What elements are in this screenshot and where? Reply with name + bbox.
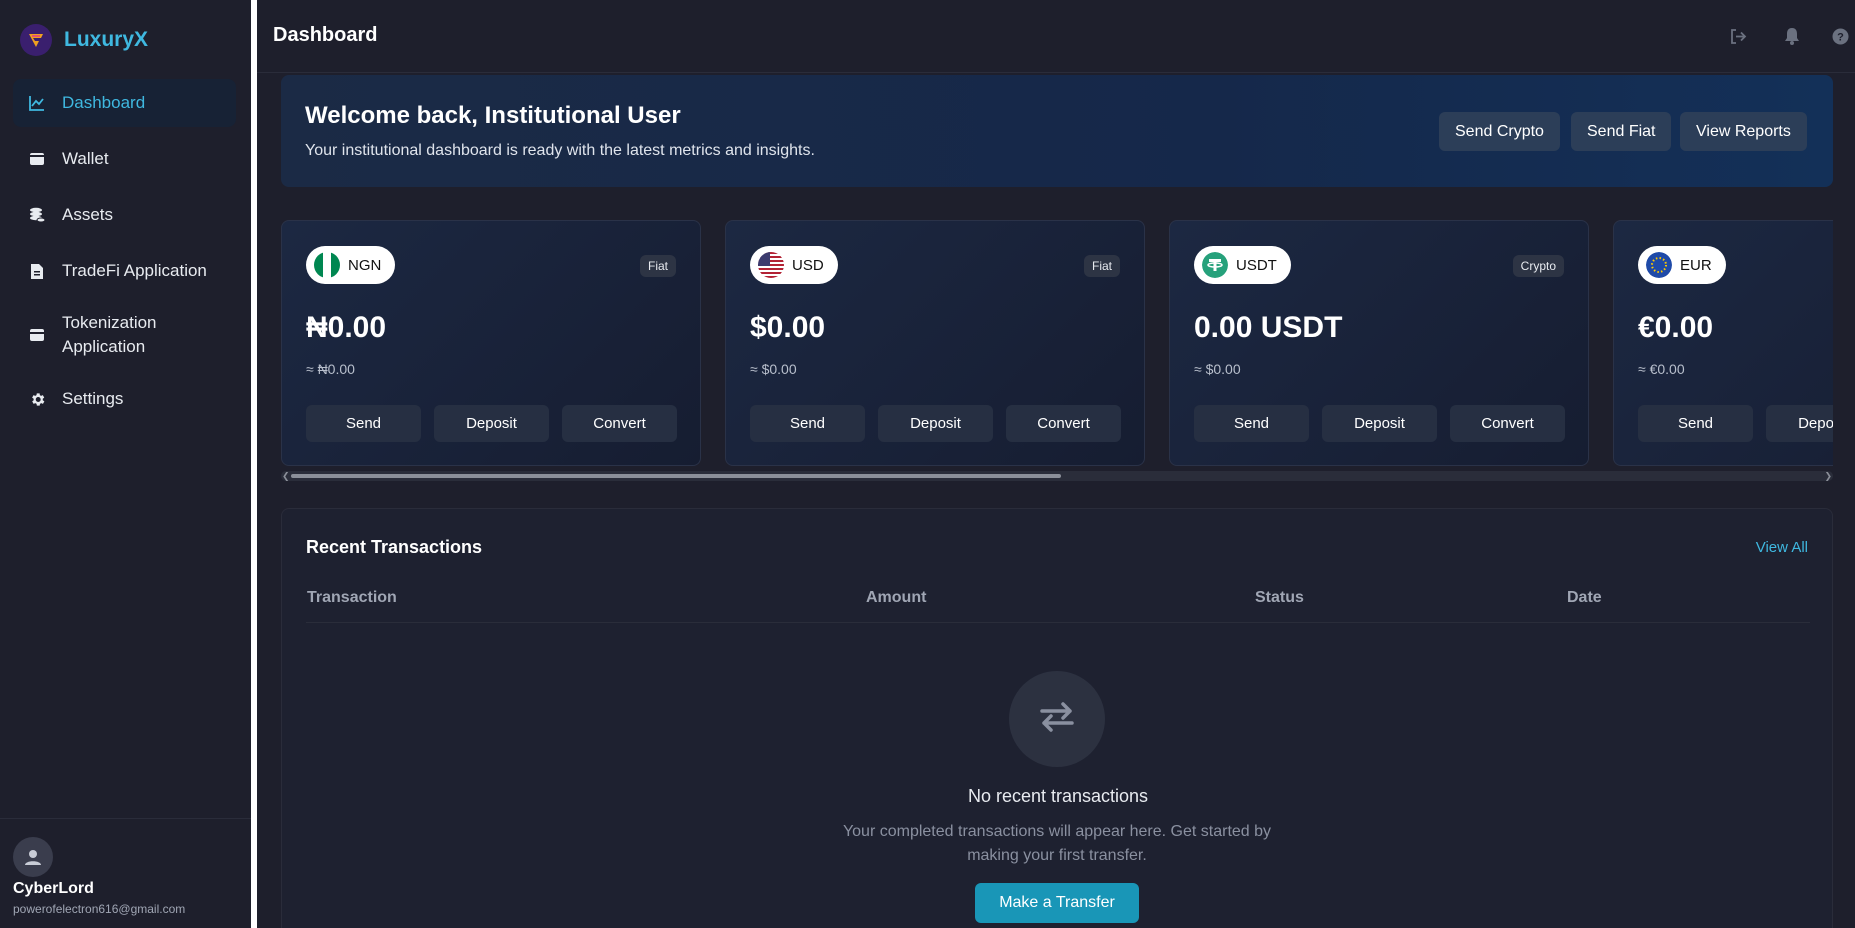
sidebar-border — [251, 0, 257, 928]
send-button[interactable]: Send — [306, 405, 421, 442]
currency-code: USD — [792, 256, 824, 274]
sidebar-nav: Dashboard Wallet Assets TradeFi Applicat… — [13, 79, 236, 431]
sidebar-item-settings[interactable]: Settings — [13, 375, 236, 423]
tether-icon — [1202, 252, 1228, 278]
send-button[interactable]: Send — [1638, 405, 1753, 442]
sidebar-item-label: Assets — [62, 205, 114, 224]
help-icon[interactable]: ? — [1830, 26, 1850, 46]
balance-amount: €0.00 — [1638, 311, 1714, 344]
empty-state-title: No recent transactions — [967, 786, 1149, 806]
currency-card-eur: EUR €0.00 ≈ €0.00 Send Deposit Convert — [1613, 220, 1833, 466]
usa-flag-icon — [758, 252, 784, 278]
currency-cards-carousel[interactable]: NGN Fiat ₦0.00 ≈ ₦0.00 Send Deposit Conv… — [281, 220, 1833, 466]
currency-pill: EUR — [1638, 246, 1726, 284]
sidebar-item-label: Dashboard — [62, 93, 146, 112]
recent-transactions-panel: Recent Transactions View All Transaction… — [281, 508, 1833, 928]
top-header: Dashboard ? — [257, 0, 1855, 73]
convert-button[interactable]: Convert — [562, 405, 677, 442]
user-name: CyberLord — [13, 880, 94, 897]
sidebar-divider — [0, 818, 251, 819]
send-fiat-button[interactable]: Send Fiat — [1571, 112, 1672, 151]
luxuryx-logo-icon — [20, 24, 52, 56]
currency-code: EUR — [1680, 256, 1712, 274]
scroll-right-icon[interactable]: ❯ — [1824, 471, 1832, 481]
balance-amount: ₦0.00 — [306, 311, 387, 344]
sidebar-item-tokenization-application[interactable]: Tokenization Application — [13, 303, 236, 367]
coins-icon — [28, 206, 46, 224]
currency-card-ngn: NGN Fiat ₦0.00 ≈ ₦0.00 Send Deposit Conv… — [281, 220, 701, 466]
svg-text:?: ? — [1837, 31, 1844, 43]
table-header-divider — [306, 622, 1810, 623]
sidebar-item-label: Settings — [62, 389, 124, 408]
brand-name: LuxuryX — [64, 28, 149, 51]
sidebar-item-label: TradeFi Application — [62, 261, 207, 280]
sidebar: LuxuryX Dashboard Wallet Assets TradeFi … — [0, 0, 251, 928]
currency-type-badge: Fiat — [1083, 255, 1120, 277]
column-header-transaction[interactable]: Transaction — [307, 589, 397, 607]
deposit-button[interactable]: Deposit — [1766, 405, 1833, 442]
currency-card-usdt: USDT Crypto 0.00 USDT ≈ $0.00 Send Depos… — [1169, 220, 1589, 466]
currency-pill: NGN — [306, 246, 396, 284]
section-title: Recent Transactions — [306, 537, 483, 557]
balance-approx: ≈ $0.00 — [750, 361, 797, 377]
convert-button[interactable]: Convert — [1006, 405, 1121, 442]
cards-scrollbar[interactable]: ❮ ❯ — [281, 471, 1833, 481]
wallet-icon — [28, 150, 46, 168]
user-email: powerofelectron616@gmail.com — [13, 902, 186, 916]
currency-code: USDT — [1236, 256, 1277, 274]
sidebar-item-assets[interactable]: Assets — [13, 191, 236, 239]
empty-state-description: Your completed transactions will appear … — [842, 823, 1272, 864]
send-button[interactable]: Send — [1194, 405, 1309, 442]
bell-icon[interactable] — [1782, 26, 1802, 46]
swap-arrows-icon — [1039, 701, 1075, 738]
welcome-banner: Welcome back, Institutional User Your in… — [281, 75, 1833, 187]
scrollbar-thumb[interactable] — [291, 474, 1061, 478]
currency-pill: USDT — [1194, 246, 1291, 284]
avatar[interactable] — [13, 837, 53, 877]
currency-card-usd: USD Fiat $0.00 ≈ $0.00 Send Deposit Conv… — [725, 220, 1145, 466]
scroll-left-icon[interactable]: ❮ — [282, 471, 290, 481]
chart-line-icon — [28, 94, 46, 112]
welcome-subtitle: Your institutional dashboard is ready wi… — [305, 142, 815, 159]
page-title: Dashboard — [273, 24, 378, 46]
make-a-transfer-button[interactable]: Make a Transfer — [975, 883, 1139, 923]
balance-approx: ≈ $0.00 — [1194, 361, 1241, 377]
logout-icon[interactable] — [1728, 26, 1748, 46]
balance-amount: $0.00 — [750, 311, 826, 344]
file-invoice-icon — [28, 262, 46, 280]
empty-state-badge — [1009, 671, 1105, 767]
eu-flag-icon — [1646, 252, 1672, 278]
currency-pill: USD — [750, 246, 838, 284]
currency-code: NGN — [348, 256, 382, 274]
sidebar-item-tradefi-application[interactable]: TradeFi Application — [13, 247, 236, 295]
currency-type-badge: Crypto — [1512, 255, 1564, 277]
balance-amount: 0.00 USDT — [1194, 311, 1343, 344]
gear-icon — [28, 390, 46, 408]
column-header-status[interactable]: Status — [1255, 589, 1304, 607]
send-crypto-button[interactable]: Send Crypto — [1439, 112, 1560, 151]
sidebar-item-label: Wallet — [62, 149, 109, 168]
nigeria-flag-icon — [314, 252, 340, 278]
deposit-button[interactable]: Deposit — [434, 405, 549, 442]
sidebar-item-wallet[interactable]: Wallet — [13, 135, 236, 183]
deposit-button[interactable]: Deposit — [1322, 405, 1437, 442]
sidebar-item-label: Tokenization Application — [62, 313, 157, 356]
view-all-link[interactable]: View All — [1756, 539, 1808, 556]
brand[interactable]: LuxuryX — [20, 24, 148, 56]
deposit-button[interactable]: Deposit — [878, 405, 993, 442]
balance-approx: ≈ €0.00 — [1638, 361, 1685, 377]
column-header-amount[interactable]: Amount — [866, 589, 926, 607]
sidebar-item-dashboard[interactable]: Dashboard — [13, 79, 236, 127]
column-header-date[interactable]: Date — [1567, 589, 1602, 607]
balance-approx: ≈ ₦0.00 — [306, 361, 355, 377]
send-button[interactable]: Send — [750, 405, 865, 442]
welcome-title: Welcome back, Institutional User — [305, 102, 681, 129]
convert-button[interactable]: Convert — [1450, 405, 1565, 442]
currency-type-badge: Fiat — [639, 255, 676, 277]
card-icon — [28, 326, 46, 344]
view-reports-button[interactable]: View Reports — [1680, 112, 1807, 151]
